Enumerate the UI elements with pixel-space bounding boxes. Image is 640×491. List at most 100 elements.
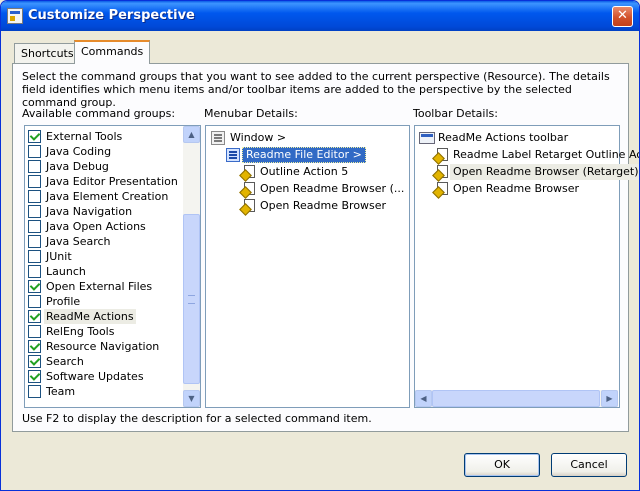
list-item[interactable]: Search — [26, 354, 183, 369]
checkbox[interactable] — [28, 355, 41, 368]
tree-item[interactable]: Open Readme Browser — [206, 198, 396, 214]
checkbox[interactable] — [28, 310, 41, 323]
close-button[interactable]: ✕ — [612, 6, 633, 27]
hscroll-thumb[interactable] — [432, 390, 600, 407]
tree-item-label: Readme File Editor > — [242, 147, 366, 163]
toolbar-details-tree[interactable]: ◀ ▶ ReadMe Actions toolbar Readme Label R… — [414, 125, 639, 408]
checkbox[interactable] — [28, 235, 41, 248]
list-item-label: Launch — [46, 265, 86, 278]
list-item-label: Java Editor Presentation — [46, 175, 178, 188]
tree-item[interactable]: Readme File Editor > — [206, 147, 396, 163]
tree-item-label: Open Readme Browser — [260, 199, 387, 212]
list-item[interactable]: Java Open Actions — [26, 219, 183, 234]
available-groups-list[interactable]: ▲ ▼ External Tools Java Coding Java Debug J… — [24, 125, 201, 408]
scroll-right-icon[interactable]: ▶ — [601, 390, 618, 407]
list-item-label: Resource Navigation — [46, 340, 160, 353]
toolbar-tree-hscrollbar[interactable]: ◀ ▶ — [415, 390, 618, 407]
tree-item[interactable]: Outline Action 5 — [206, 164, 396, 180]
checkbox[interactable] — [28, 160, 41, 173]
toolbar-icon — [419, 132, 435, 144]
action-icon — [241, 199, 255, 213]
list-item[interactable]: RelEng Tools — [26, 324, 183, 339]
list-item[interactable]: Profile — [26, 294, 183, 309]
scroll-left-icon[interactable]: ◀ — [415, 390, 432, 407]
tree-item-label: Open Readme Browser (Retarget) — [450, 164, 639, 180]
tab-shortcuts[interactable]: Shortcuts — [14, 43, 81, 63]
list-item-label: Profile — [46, 295, 81, 308]
list-item[interactable]: Java Editor Presentation — [26, 174, 183, 189]
tree-item[interactable]: Window > — [206, 130, 396, 146]
scroll-thumb[interactable] — [183, 214, 200, 384]
checkbox[interactable] — [28, 385, 41, 398]
checkbox[interactable] — [28, 325, 41, 338]
list-item-label: Java Navigation — [46, 205, 133, 218]
list-item-label: ReadMe Actions — [44, 309, 136, 324]
tree-item[interactable]: Readme Label Retarget Outline Ac... — [415, 147, 639, 163]
checkbox[interactable] — [28, 295, 41, 308]
action-icon — [434, 182, 448, 196]
list-item-label: RelEng Tools — [46, 325, 115, 338]
toolbar-details-label: Toolbar Details: — [413, 107, 498, 120]
ok-button[interactable]: OK — [464, 453, 540, 477]
checkbox[interactable] — [28, 265, 41, 278]
tree-item[interactable]: Open Readme Browser (Retarget) — [415, 164, 639, 180]
list-item[interactable]: Open External Files — [26, 279, 183, 294]
submenu-icon — [226, 148, 240, 162]
list-item-label: Java Open Actions — [46, 220, 146, 233]
list-item[interactable]: Java Coding — [26, 144, 183, 159]
checkbox[interactable] — [28, 280, 41, 293]
menubar-details-label: Menubar Details: — [204, 107, 298, 120]
tree-item[interactable]: Open Readme Browser (... — [206, 181, 404, 197]
list-item[interactable]: Java Navigation — [26, 204, 183, 219]
list-item-label: Java Search — [46, 235, 111, 248]
checkbox[interactable] — [28, 130, 41, 143]
list-item[interactable]: Software Updates — [26, 369, 183, 384]
list-item[interactable]: Launch — [26, 264, 183, 279]
tree-item-label: Window > — [230, 131, 287, 144]
title-bar: Customize Perspective ✕ — [1, 1, 639, 31]
list-item-label: Team — [46, 385, 76, 398]
list-item[interactable]: Team — [26, 384, 183, 399]
list-item[interactable]: Java Element Creation — [26, 189, 183, 204]
tree-item-label: Open Readme Browser — [453, 182, 580, 195]
available-groups-label: Available command groups: — [22, 107, 176, 120]
action-icon — [434, 148, 448, 162]
scroll-up-icon[interactable]: ▲ — [183, 126, 200, 143]
tab-commands[interactable]: Commands — [74, 40, 151, 64]
checkbox[interactable] — [28, 250, 41, 263]
commands-panel: Select the command groups that you want … — [12, 63, 639, 432]
customize-perspective-dialog: Customize Perspective ✕ Shortcuts Comman… — [0, 0, 640, 491]
list-item-label: Software Updates — [46, 370, 144, 383]
available-list-scrollbar[interactable]: ▲ ▼ — [183, 126, 200, 407]
checkbox[interactable] — [28, 145, 41, 158]
checkbox[interactable] — [28, 205, 41, 218]
list-item[interactable]: ReadMe Actions — [26, 309, 183, 324]
description-text: Select the command groups that you want … — [22, 70, 610, 109]
list-item-label: Java Coding — [46, 145, 112, 158]
list-item[interactable]: Resource Navigation — [26, 339, 183, 354]
tree-item[interactable]: Open Readme Browser — [415, 181, 605, 197]
list-item-label: Java Debug — [46, 160, 109, 173]
checkbox[interactable] — [28, 340, 41, 353]
list-item[interactable]: JUnit — [26, 249, 183, 264]
cancel-button[interactable]: Cancel — [551, 453, 627, 477]
list-item-label: Java Element Creation — [46, 190, 169, 203]
list-item[interactable]: External Tools — [26, 129, 183, 144]
list-item-label: JUnit — [46, 250, 72, 263]
action-icon — [434, 165, 448, 179]
tree-item-label: Readme Label Retarget Outline Ac... — [453, 148, 640, 161]
menu-icon — [211, 131, 225, 145]
dialog-title: Customize Perspective — [28, 8, 195, 23]
list-item[interactable]: Java Search — [26, 234, 183, 249]
tree-item[interactable]: ReadMe Actions toolbar — [415, 130, 605, 146]
checkbox[interactable] — [28, 370, 41, 383]
tree-item-label: ReadMe Actions toolbar — [438, 131, 569, 144]
menubar-details-tree[interactable]: Window > Readme File Editor > Outline Acti… — [205, 125, 410, 408]
checkbox[interactable] — [28, 175, 41, 188]
list-item-label: Open External Files — [46, 280, 153, 293]
checkbox[interactable] — [28, 220, 41, 233]
tree-item-label: Open Readme Browser (... — [260, 182, 405, 195]
list-item[interactable]: Java Debug — [26, 159, 183, 174]
checkbox[interactable] — [28, 190, 41, 203]
scroll-down-icon[interactable]: ▼ — [183, 390, 200, 407]
